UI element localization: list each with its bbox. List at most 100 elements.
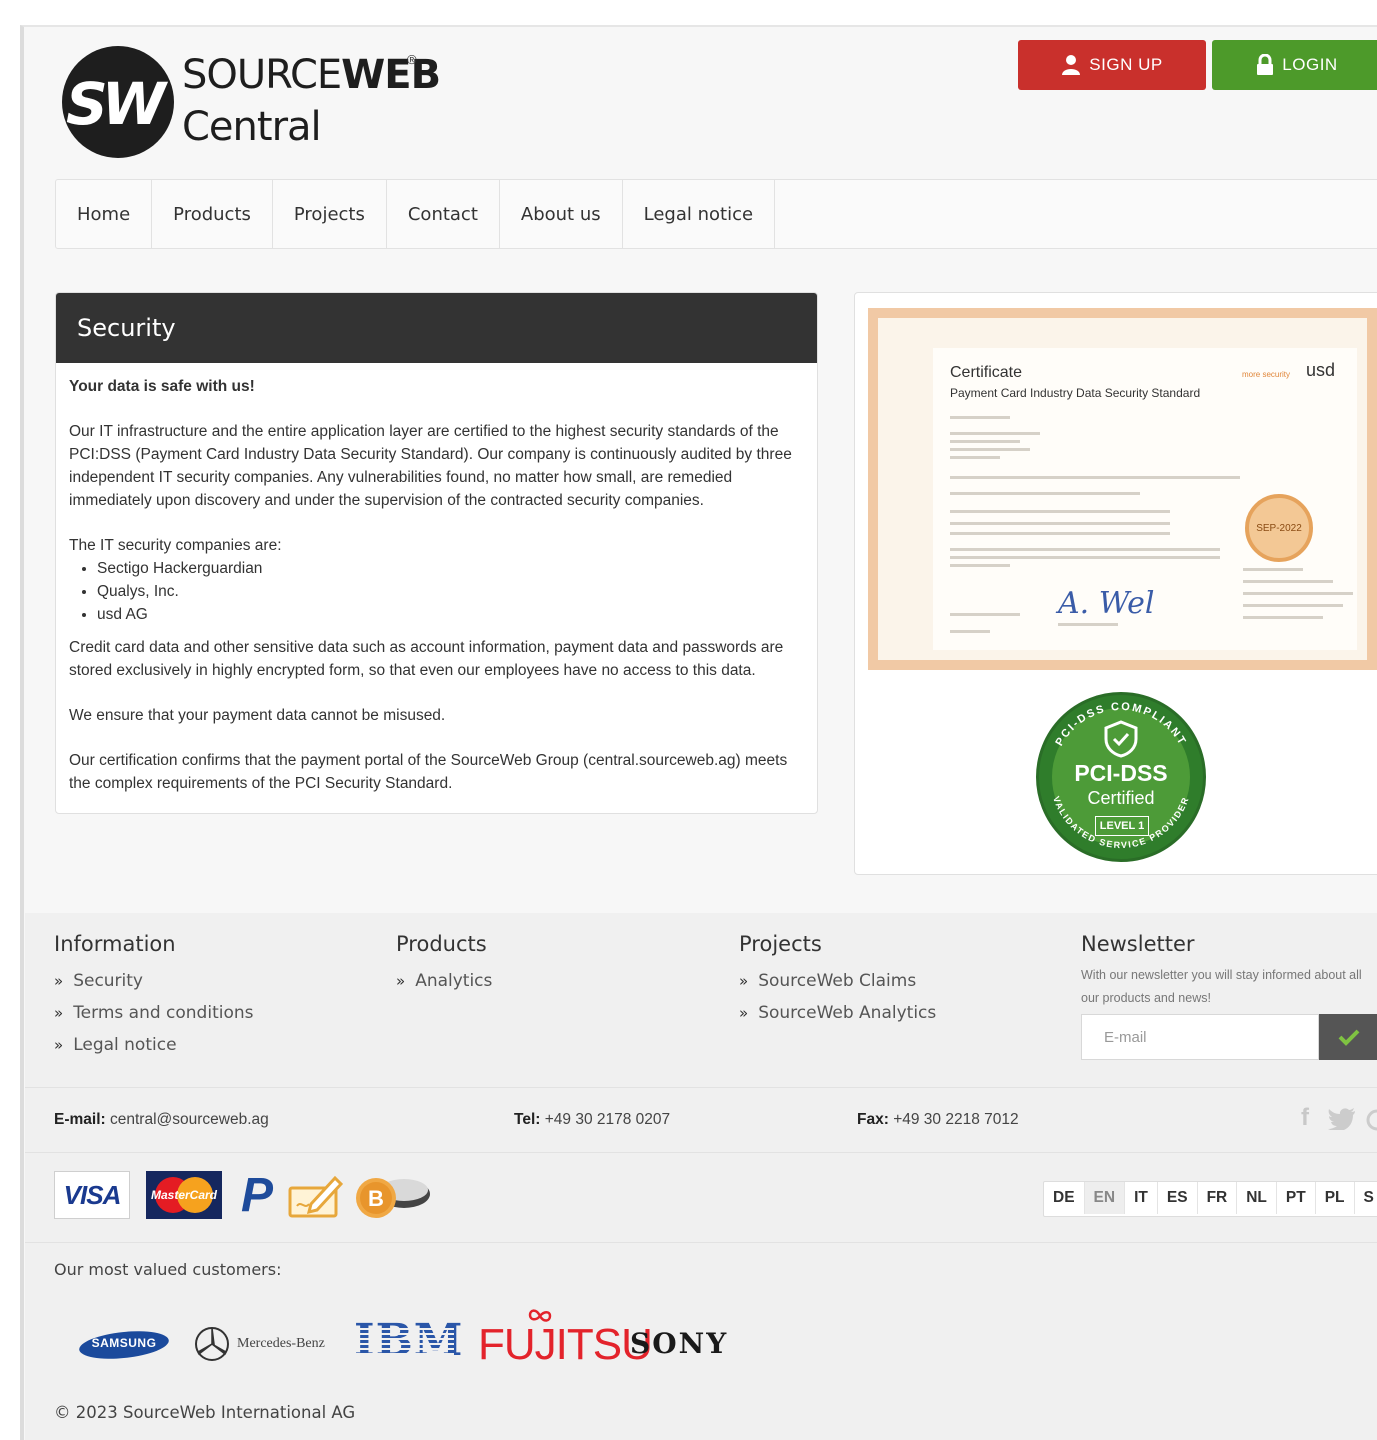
footer-products-title: Products [396, 932, 487, 956]
language-de[interactable]: DE [1044, 1182, 1085, 1214]
logo-name-light: SOURCE [182, 52, 342, 98]
pci-title: PCI-DSS [1074, 760, 1168, 786]
sony-logo: SONY [630, 1327, 729, 1360]
check-icon [1338, 1029, 1360, 1046]
certificate-image[interactable]: Certificate Payment Card Industry Data S… [868, 308, 1377, 670]
google-plus-icon[interactable] [1366, 1109, 1377, 1131]
certificate-text-line [950, 492, 1140, 495]
newsletter-email-input[interactable]: E-mail [1081, 1014, 1319, 1060]
svg-text:B: B [368, 1186, 384, 1211]
footer-link-legal-notice[interactable]: » Legal notice [54, 1035, 177, 1055]
mercedes-logo-text: Mercedes-Benz [237, 1336, 325, 1351]
logo-initials: SW [66, 70, 166, 138]
nav-products[interactable]: Products [152, 180, 273, 248]
certificate-text-line [950, 630, 990, 633]
language-it[interactable]: IT [1125, 1182, 1158, 1214]
pci-certified: Certified [1087, 788, 1155, 808]
certificate-text-line [950, 556, 1220, 559]
security-panel-title: Security [56, 293, 817, 363]
footer-newsletter-title: Newsletter [1081, 932, 1195, 956]
newsletter-text: With our newsletter you will stay inform… [1081, 968, 1362, 1005]
footer-link-security[interactable]: » Security [54, 971, 143, 991]
certificate-text-line [950, 432, 1040, 435]
footer-link-label: SourceWeb Analytics [758, 1003, 937, 1023]
language-pl[interactable]: PL [1316, 1182, 1355, 1214]
security-lead: Your data is safe with us! [69, 378, 255, 395]
footer-link-label: Legal notice [73, 1035, 177, 1055]
footer-link-sourceweb-analytics[interactable]: » SourceWeb Analytics [739, 1003, 936, 1023]
bitcoin-icon: B [356, 1178, 430, 1218]
certificate-text-line [950, 448, 1030, 451]
list-item: Qualys, Inc. [97, 580, 804, 603]
logo-name-bold: WEB [341, 52, 441, 98]
certificate-text-line [950, 522, 1170, 525]
certificate-text-line [1243, 616, 1323, 619]
logo-subtitle: Central [182, 104, 322, 150]
fujitsu-logo: FUJITSU [478, 1320, 653, 1369]
facebook-icon[interactable]: f [1301, 1104, 1309, 1132]
login-button[interactable]: LOGIN [1212, 40, 1377, 90]
newsletter-submit-button[interactable] [1319, 1014, 1377, 1060]
certificate-seal: SEP-2022 [1245, 494, 1313, 562]
footer-link-label: Terms and conditions [73, 1003, 254, 1023]
contact-fax-value: +49 30 2218 7012 [893, 1111, 1019, 1128]
certificate-text-line [950, 510, 1170, 513]
language-pt[interactable]: PT [1277, 1182, 1316, 1214]
language-es[interactable]: ES [1158, 1182, 1198, 1214]
footer-divider [25, 1242, 1377, 1243]
visa-icon: VISA [54, 1171, 130, 1219]
fujitsu-infinity-icon [528, 1309, 552, 1322]
samsung-logo-text: SAMSUNG [91, 1336, 157, 1350]
signup-button[interactable]: SIGN UP [1018, 40, 1206, 90]
security-paragraph-encryption: Credit card data and other sensitive dat… [69, 639, 784, 679]
language-s[interactable]: S [1355, 1182, 1377, 1214]
language-en[interactable]: EN [1084, 1182, 1126, 1214]
certificate-text-line [1243, 592, 1353, 595]
contact-fax-label: Fax: [857, 1111, 889, 1128]
certificate-text-line [950, 613, 1020, 616]
chevron-right-icon: » [739, 1004, 749, 1022]
list-item: usd AG [97, 603, 804, 626]
certificate-signature: A. Wel [1058, 586, 1155, 621]
user-icon [1062, 55, 1081, 75]
customers-label: Our most valued customers: [54, 1260, 282, 1279]
certificate-text-line [950, 416, 1010, 419]
login-label: LOGIN [1282, 55, 1338, 74]
certificate-text-line [950, 476, 1240, 479]
footer-link-label: Security [73, 971, 143, 991]
security-panel-body: Your data is safe with us! Our IT infras… [56, 363, 817, 813]
language-selector: DE EN IT ES FR NL PT PL S [1043, 1181, 1377, 1217]
security-paragraph-infrastructure: Our IT infrastructure and the entire app… [69, 423, 792, 509]
footer-information-title: Information [54, 932, 176, 956]
certificate-text-line [1058, 623, 1118, 626]
nav-legal-notice[interactable]: Legal notice [623, 180, 776, 248]
certificate-title: Certificate [950, 364, 1023, 381]
language-nl[interactable]: NL [1237, 1182, 1277, 1214]
nav-about-us[interactable]: About us [500, 180, 623, 248]
footer-link-analytics[interactable]: » Analytics [396, 971, 492, 991]
footer-link-terms[interactable]: » Terms and conditions [54, 1003, 254, 1023]
certificate-text-line [1243, 580, 1333, 583]
certificate-text-line [950, 532, 1170, 535]
footer-projects-title: Projects [739, 932, 822, 956]
certificate-text-line [950, 456, 1000, 459]
main-nav: Home Products Projects Contact About us … [55, 179, 1377, 249]
chevron-right-icon: » [54, 1004, 64, 1022]
nav-contact[interactable]: Contact [387, 180, 500, 248]
logo-name[interactable]: SOURCEWEB [182, 52, 441, 98]
nav-projects[interactable]: Projects [273, 180, 387, 248]
signup-label: SIGN UP [1089, 55, 1163, 74]
nav-home[interactable]: Home [56, 180, 153, 248]
certificate-text-line [950, 440, 1020, 443]
footer-link-sourceweb-claims[interactable]: » SourceWeb Claims [739, 971, 916, 991]
lock-icon [1257, 54, 1274, 75]
contact-tel-label: Tel: [514, 1111, 541, 1128]
language-fr[interactable]: FR [1198, 1182, 1238, 1214]
twitter-icon[interactable] [1328, 1108, 1356, 1130]
contact-email-label: E-mail: [54, 1111, 106, 1128]
contact-email-value[interactable]: central@sourceweb.ag [110, 1111, 269, 1128]
footer-link-label: Analytics [415, 971, 493, 991]
footer-divider [25, 1152, 1377, 1153]
footer-divider [25, 1087, 1377, 1088]
footer-link-label: SourceWeb Claims [758, 971, 917, 991]
